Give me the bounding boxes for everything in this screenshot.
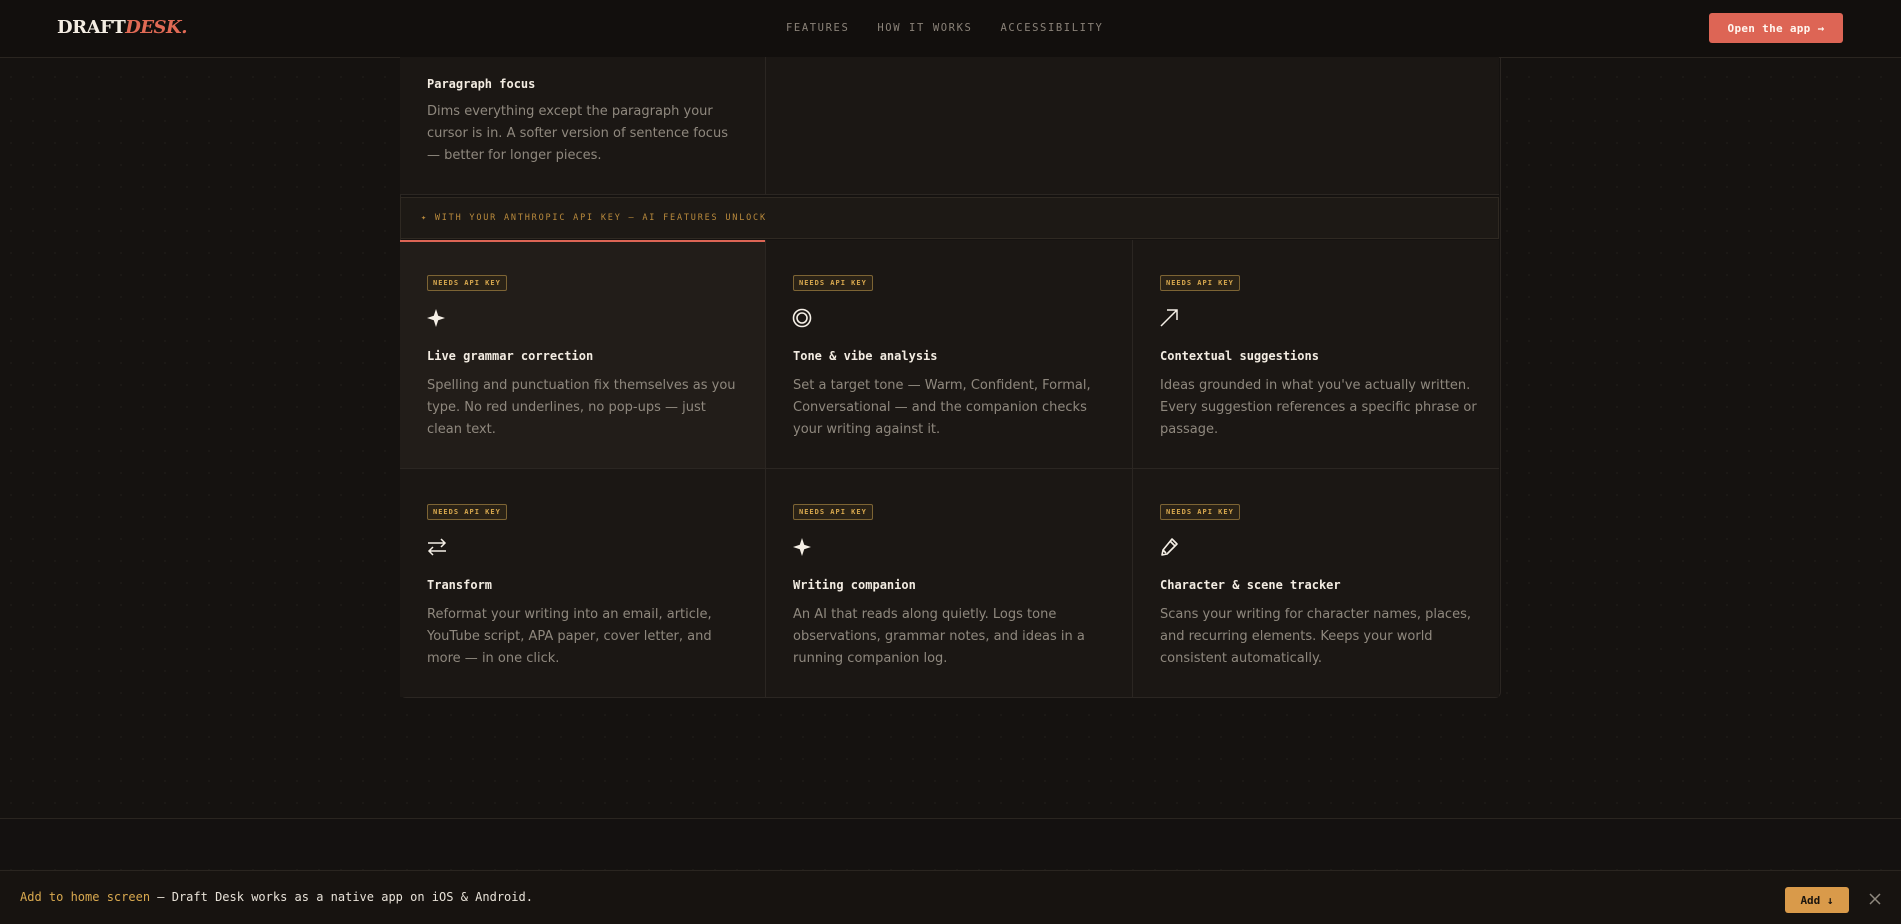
target-icon: [792, 308, 814, 330]
nav-links: FEATURES HOW IT WORKS ACCESSIBILITY: [786, 22, 1103, 34]
feature-desc: Scans your writing for character names, …: [1160, 607, 1471, 666]
feature-desc: Set a target tone — Warm, Confident, For…: [793, 378, 1091, 437]
logo-main: DRAFT: [57, 17, 126, 38]
feature-title: Tone & vibe analysis: [793, 349, 938, 363]
add-to-home-button[interactable]: Add ↓: [1785, 887, 1849, 913]
install-message: Add to home screen — Draft Desk works as…: [20, 890, 533, 904]
feature-card-character-tracker: NEEDS API KEY Character & scene tracker …: [1133, 469, 1499, 697]
needs-api-key-badge: NEEDS API KEY: [1160, 504, 1240, 520]
arrow-up-right-icon: [1159, 308, 1181, 330]
feature-title: Writing companion: [793, 578, 916, 592]
needs-api-key-badge: NEEDS API KEY: [793, 504, 873, 520]
nav-link-accessibility[interactable]: ACCESSIBILITY: [1000, 22, 1103, 34]
sparkle-icon: [792, 537, 814, 559]
feature-desc: An AI that reads along quietly. Logs ton…: [793, 607, 1085, 666]
nav-link-features[interactable]: FEATURES: [786, 22, 849, 34]
feature-desc: Ideas grounded in what you've actually w…: [1160, 378, 1477, 437]
install-prompt-bar: Add to home screen — Draft Desk works as…: [0, 870, 1901, 924]
feature-desc: Spelling and punctuation fix themselves …: [427, 378, 736, 437]
pencil-icon: [1159, 537, 1181, 559]
feature-title: Live grammar correction: [427, 349, 594, 363]
needs-api-key-badge: NEEDS API KEY: [427, 275, 507, 291]
swap-arrows-icon: [426, 537, 448, 559]
feature-card-paragraph-focus: Paragraph focus Dims everything except t…: [400, 57, 766, 195]
feature-card-writing-companion: NEEDS API KEY Writing companion An AI th…: [766, 469, 1133, 697]
footer-strip: [0, 819, 1901, 869]
needs-api-key-badge: NEEDS API KEY: [1160, 275, 1240, 291]
logo-accent: DESK.: [125, 17, 187, 38]
feature-title: Paragraph focus: [427, 77, 536, 91]
feature-title: Transform: [427, 578, 493, 592]
sparkle-icon: [426, 308, 448, 330]
logo[interactable]: DRAFTDESK.: [57, 17, 187, 38]
feature-card-contextual-suggestions: NEEDS API KEY Contextual suggestions Ide…: [1133, 240, 1499, 469]
feature-desc: Reformat your writing into an email, art…: [427, 607, 712, 666]
install-highlight: Add to home screen: [20, 890, 151, 904]
install-text: — Draft Desk works as a native app on iO…: [150, 890, 533, 904]
nav-link-how-it-works[interactable]: HOW IT WORKS: [877, 22, 972, 34]
feature-desc: Dims everything except the paragraph you…: [427, 104, 728, 163]
feature-title: Contextual suggestions: [1160, 349, 1319, 363]
feature-card-transform: NEEDS API KEY Transform Reformat your wr…: [400, 469, 766, 697]
close-icon[interactable]: [1868, 891, 1882, 905]
feature-card-empty: [766, 57, 1499, 195]
feature-card-live-grammar: NEEDS API KEY Live grammar correction Sp…: [400, 240, 766, 469]
feature-title: Character & scene tracker: [1160, 578, 1341, 592]
needs-api-key-badge: NEEDS API KEY: [427, 504, 507, 520]
api-key-banner: ✦ WITH YOUR ANTHROPIC API KEY — AI FEATU…: [400, 197, 1499, 239]
open-app-button[interactable]: Open the app →: [1709, 13, 1843, 43]
feature-card-tone-analysis: NEEDS API KEY Tone & vibe analysis Set a…: [766, 240, 1133, 469]
top-nav: DRAFTDESK. FEATURES HOW IT WORKS ACCESSI…: [0, 0, 1901, 58]
needs-api-key-badge: NEEDS API KEY: [793, 275, 873, 291]
